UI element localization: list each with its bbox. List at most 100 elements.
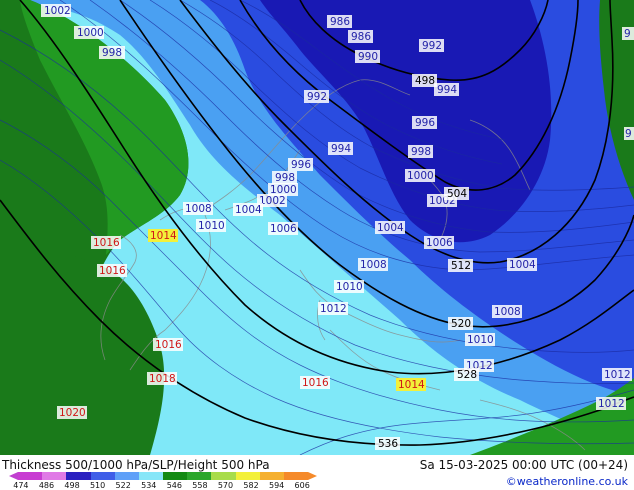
slp-label: 9 — [622, 27, 634, 40]
legend-tick-label: 594 — [268, 481, 285, 490]
legend-swatch — [42, 472, 67, 480]
svg-text:1012: 1012 — [320, 303, 347, 315]
slp-label: 1008 — [492, 305, 522, 318]
svg-text:992: 992 — [307, 91, 327, 103]
forecast-datetime: Sa 15-03-2025 00:00 UTC (00+24) — [419, 458, 628, 472]
svg-text:994: 994 — [331, 143, 351, 155]
slp-labels-mid: 1014 — [148, 229, 178, 242]
legend-swatch — [163, 472, 188, 480]
slp-label: 1004 — [507, 258, 537, 271]
svg-text:1002: 1002 — [44, 5, 71, 17]
slp-label: 1012 — [318, 302, 348, 315]
slp-label: 1010 — [334, 280, 364, 293]
slp-label: 1018 — [147, 372, 177, 385]
svg-text:1004: 1004 — [509, 259, 536, 271]
legend-tick-label: 510 — [89, 481, 106, 490]
legend-swatch — [283, 472, 309, 480]
legend-swatch — [138, 472, 164, 480]
slp-label: 1004 — [233, 203, 263, 216]
slp-label: 1012 — [596, 397, 626, 410]
svg-text:990: 990 — [358, 51, 378, 63]
svg-text:996: 996 — [291, 159, 311, 171]
svg-text:9: 9 — [624, 28, 631, 40]
height-label: 512 — [448, 259, 473, 272]
slp-label: 1006 — [424, 236, 454, 249]
legend-arrow-left-icon — [9, 472, 18, 480]
slp-label: 9 — [624, 127, 634, 140]
legend-tick-label: 486 — [38, 481, 55, 490]
svg-text:498: 498 — [415, 75, 435, 87]
svg-text:520: 520 — [451, 318, 471, 330]
legend-tick-label: 534 — [141, 481, 157, 490]
svg-text:996: 996 — [415, 117, 435, 129]
svg-text:1008: 1008 — [360, 259, 387, 271]
legend-swatch — [187, 472, 212, 480]
legend-tick-label: 570 — [217, 481, 234, 490]
slp-label: 992 — [419, 39, 444, 52]
svg-text:504: 504 — [447, 188, 467, 200]
slp-label: 996 — [412, 116, 437, 129]
slp-label: 1010 — [196, 219, 226, 232]
slp-label: 1014 — [396, 378, 426, 391]
slp-label: 1004 — [375, 221, 405, 234]
svg-text:1020: 1020 — [59, 407, 86, 419]
legend-tick-label: 522 — [115, 481, 131, 490]
slp-label: 996 — [288, 158, 313, 171]
svg-text:986: 986 — [330, 16, 350, 28]
svg-text:1012: 1012 — [598, 398, 625, 410]
svg-text:1016: 1016 — [99, 265, 126, 277]
svg-text:1006: 1006 — [270, 223, 297, 235]
svg-text:1008: 1008 — [185, 203, 212, 215]
credit-link[interactable]: ©weatheronline.co.uk — [506, 475, 628, 488]
slp-label: 1020 — [57, 406, 87, 419]
legend-tick-label: 546 — [166, 481, 182, 490]
svg-text:1016: 1016 — [93, 237, 120, 249]
svg-text:1004: 1004 — [377, 222, 404, 234]
svg-text:1018: 1018 — [149, 373, 176, 385]
svg-text:1010: 1010 — [467, 334, 494, 346]
legend-ticks: 474 486 498 510 522 534 546 558 570 582 594 606 — [13, 481, 310, 490]
weather-map: 1002 1000 998 986 986 990 992 994 992 99… — [0, 0, 634, 455]
slp-label: 1012 — [602, 368, 632, 381]
svg-text:998: 998 — [102, 47, 122, 59]
slp-label: 994 — [434, 83, 459, 96]
svg-text:1006: 1006 — [426, 237, 453, 249]
svg-text:1010: 1010 — [198, 220, 225, 232]
slp-label: 994 — [328, 142, 353, 155]
height-label: 520 — [448, 317, 473, 330]
legend-tick-label: 582 — [243, 481, 259, 490]
legend-tick-label: 474 — [13, 481, 29, 490]
legend-tick-label: 498 — [64, 481, 80, 490]
legend-arrow-right-icon — [308, 472, 317, 480]
slp-label: 990 — [355, 50, 380, 63]
legend-swatch — [235, 472, 260, 480]
svg-text:1000: 1000 — [407, 170, 434, 182]
slp-label: 1008 — [358, 258, 388, 271]
svg-text:1016: 1016 — [302, 377, 329, 389]
legend-swatch — [66, 472, 91, 480]
color-legend — [9, 472, 317, 480]
svg-text:992: 992 — [422, 40, 442, 52]
slp-label: 1014 — [148, 229, 178, 242]
slp-label: 1006 — [268, 222, 298, 235]
svg-text:1014: 1014 — [150, 230, 177, 242]
legend-swatch — [259, 472, 284, 480]
slp-label: 1000 — [405, 169, 435, 182]
svg-text:1008: 1008 — [494, 306, 521, 318]
map-footer: Thickness 500/1000 hPa/SLP/Height 500 hP… — [0, 455, 634, 490]
svg-text:1014: 1014 — [398, 379, 425, 391]
legend-tick-label: 558 — [192, 481, 208, 490]
slp-label: 1016 — [153, 338, 183, 351]
slp-label: 1010 — [465, 333, 495, 346]
legend-swatch — [18, 472, 43, 480]
height-label: 498 — [412, 74, 437, 87]
slp-label: 986 — [348, 30, 373, 43]
svg-text:512: 512 — [451, 260, 471, 272]
svg-text:998: 998 — [411, 146, 431, 158]
svg-text:998: 998 — [275, 172, 295, 184]
slp-label: 998 — [272, 171, 297, 184]
slp-label: 1008 — [183, 202, 213, 215]
slp-label: 986 — [327, 15, 352, 28]
svg-text:1002: 1002 — [259, 195, 286, 207]
legend-swatch — [114, 472, 139, 480]
